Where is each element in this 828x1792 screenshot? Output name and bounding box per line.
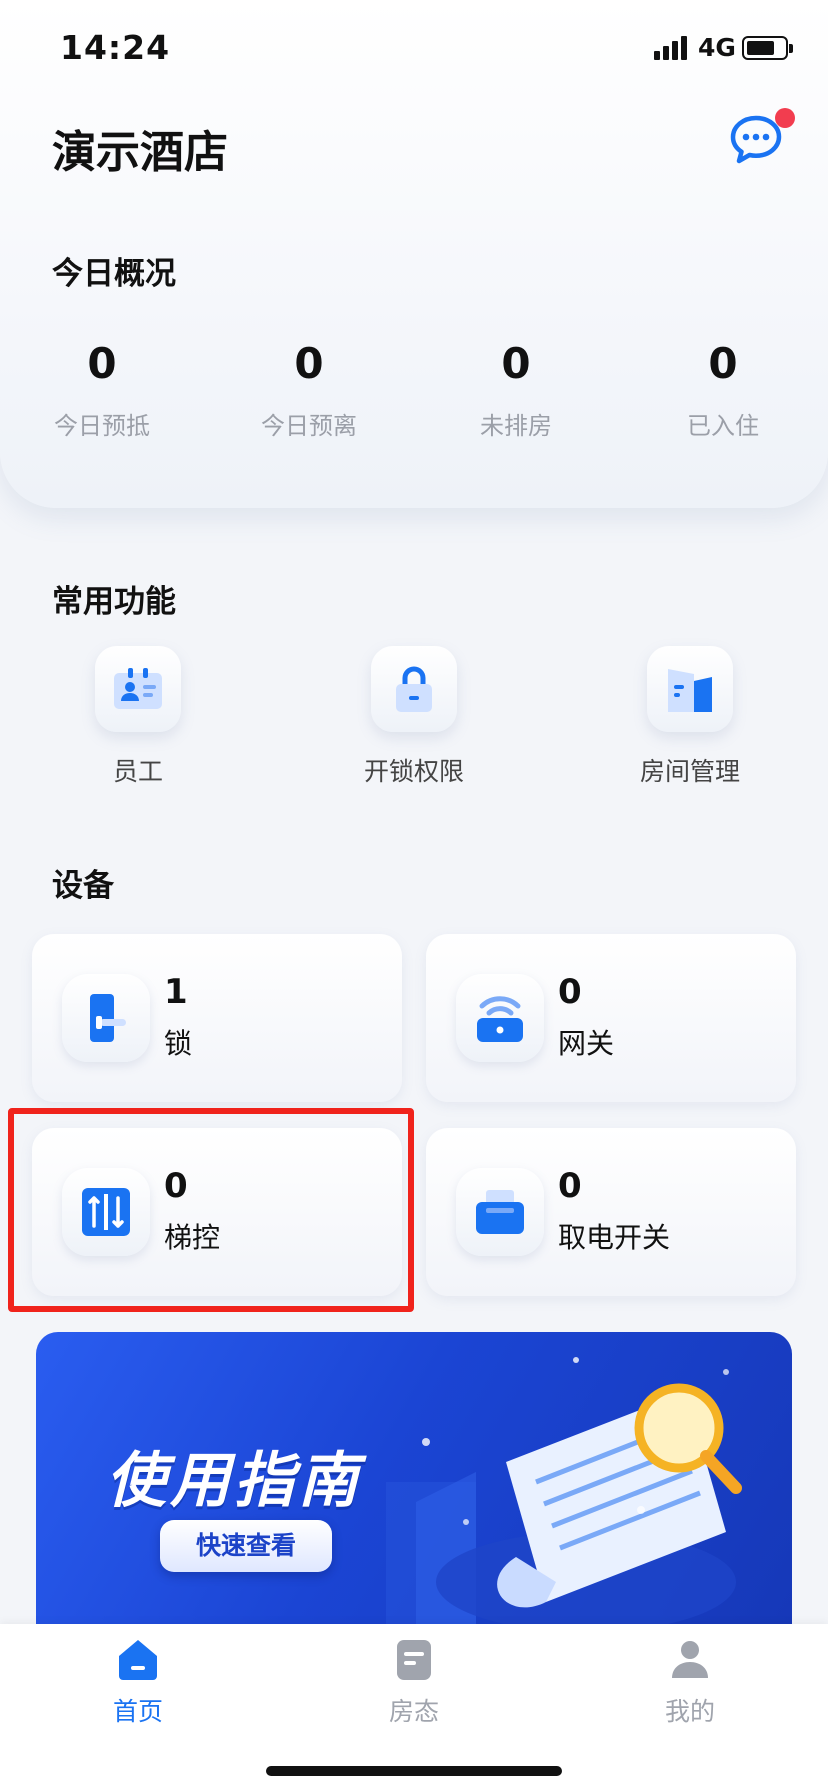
tab-room-status[interactable]: 房态	[314, 1636, 514, 1728]
stat-value: 0	[294, 339, 324, 388]
padlock-icon	[371, 646, 457, 732]
unread-badge	[775, 108, 795, 128]
signal-icon	[654, 36, 688, 60]
function-room-management[interactable]: 房间管理	[590, 646, 790, 788]
home-screen: 14:24 4G 演示酒店 今日概况 0 今日预抵 0 今日预离 0 未排房 0…	[0, 0, 828, 1792]
tab-label: 我的	[664, 1697, 715, 1726]
function-unlock-permission[interactable]: 开锁权限	[314, 646, 514, 788]
stat-checked-in[interactable]: 0 已入住	[623, 336, 823, 441]
tab-home[interactable]: 首页	[38, 1636, 238, 1728]
user-icon	[672, 1641, 708, 1678]
building-icon	[647, 646, 733, 732]
hotel-name: 演示酒店	[52, 127, 228, 178]
device-count: 1	[164, 972, 188, 1012]
device-card-gateway[interactable]: 0 网关	[426, 934, 796, 1102]
function-label: 房间管理	[639, 757, 740, 786]
device-card-lock[interactable]: 1 锁	[32, 934, 402, 1102]
status-time: 14:24	[60, 28, 171, 67]
stat-expected-departures[interactable]: 0 今日预离	[209, 336, 409, 441]
tab-me[interactable]: 我的	[590, 1636, 790, 1728]
stat-value: 0	[501, 339, 531, 388]
network-type: 4G	[698, 33, 736, 62]
device-count: 0	[558, 972, 582, 1012]
devices-title: 设备	[52, 868, 114, 904]
stat-value: 0	[708, 339, 738, 388]
device-card-power-switch[interactable]: 0 取电开关	[426, 1128, 796, 1296]
staff-card-icon	[95, 646, 181, 732]
stat-expected-arrivals[interactable]: 0 今日预抵	[2, 336, 202, 441]
battery-icon	[742, 36, 793, 60]
quick-view-button[interactable]: 快速查看	[160, 1520, 332, 1572]
power-card-switch-icon	[456, 1168, 544, 1256]
device-label: 锁	[164, 1027, 193, 1060]
guide-banner[interactable]: 使用指南 快速查看	[36, 1332, 792, 1632]
room-status-icon	[397, 1640, 431, 1680]
function-label: 员工	[112, 757, 163, 786]
device-label: 取电开关	[558, 1221, 671, 1254]
stat-label: 今日预离	[261, 412, 357, 440]
stat-label: 未排房	[480, 412, 552, 440]
stat-label: 已入住	[687, 412, 759, 440]
door-lock-icon	[62, 974, 150, 1062]
overview-title: 今日概况	[52, 256, 176, 292]
tab-label: 房态	[388, 1697, 439, 1726]
tab-label: 首页	[112, 1697, 163, 1726]
home-indicator	[266, 1766, 562, 1776]
stat-unassigned-rooms[interactable]: 0 未排房	[416, 336, 616, 441]
highlight-annotation-box	[8, 1108, 414, 1312]
status-bar: 14:24 4G	[0, 0, 828, 100]
function-staff[interactable]: 员工	[38, 646, 238, 788]
home-icon	[119, 1640, 157, 1680]
document-magnifier-illustration	[386, 1357, 742, 1632]
device-count: 0	[558, 1166, 582, 1206]
function-label: 开锁权限	[363, 757, 464, 786]
device-label: 网关	[558, 1027, 615, 1060]
overview-stats: 0 今日预抵 0 今日预离 0 未排房 0 已入住	[0, 336, 828, 456]
banner-title: 使用指南	[106, 1446, 362, 1516]
stat-value: 0	[87, 339, 117, 388]
stat-label: 今日预抵	[54, 412, 150, 440]
wifi-gateway-icon	[456, 974, 544, 1062]
functions-title: 常用功能	[52, 584, 176, 620]
